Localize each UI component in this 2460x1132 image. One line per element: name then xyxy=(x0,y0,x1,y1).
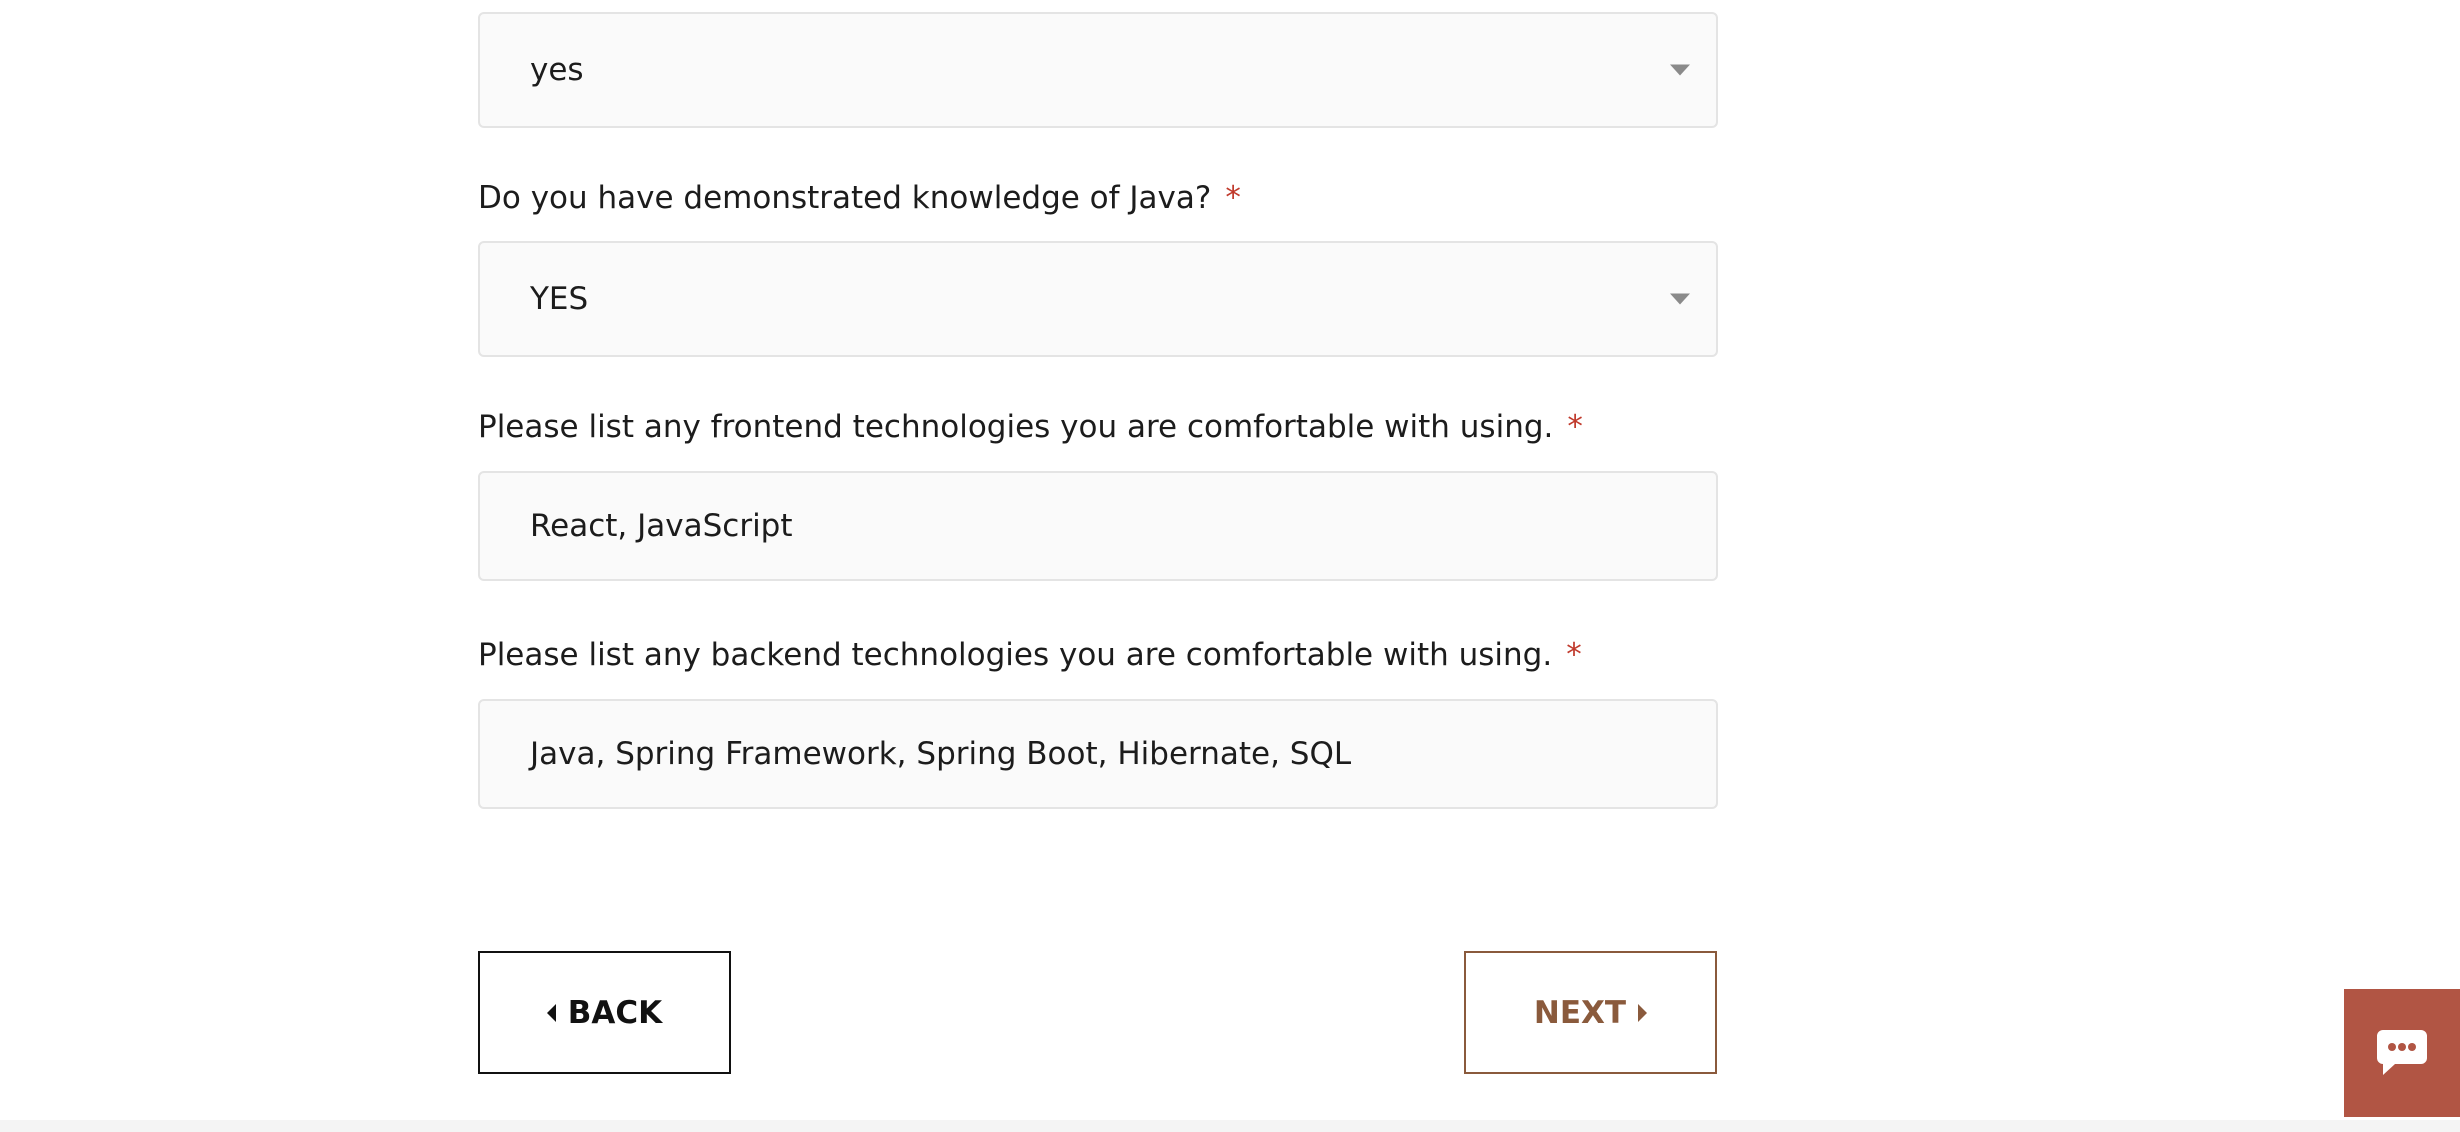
triangle-left-icon xyxy=(546,1003,556,1022)
required-asterisk: * xyxy=(1566,637,1582,673)
previous-question-select[interactable]: yes xyxy=(478,12,1718,128)
chat-bubble-icon xyxy=(2377,1030,2427,1075)
frontend-question-label: Please list any frontend technologies yo… xyxy=(478,409,1583,445)
java-question-label: Do you have demonstrated knowledge of Ja… xyxy=(478,180,1241,216)
backend-question-label: Please list any backend technologies you… xyxy=(478,637,1582,673)
required-asterisk: * xyxy=(1225,180,1241,216)
input-value: Java, Spring Framework, Spring Boot, Hib… xyxy=(530,736,1352,772)
java-question-text: Do you have demonstrated knowledge of Ja… xyxy=(478,180,1212,216)
next-button[interactable]: NEXT xyxy=(1464,951,1717,1074)
frontend-technologies-input[interactable]: React, JavaScript xyxy=(478,471,1718,581)
application-page: yes Do you have demonstrated knowledge o… xyxy=(0,0,2460,1132)
next-button-label: NEXT xyxy=(1533,994,1627,1031)
backend-technologies-input[interactable]: Java, Spring Framework, Spring Boot, Hib… xyxy=(478,699,1718,809)
input-value: React, JavaScript xyxy=(530,508,793,544)
chat-widget-button[interactable] xyxy=(2344,989,2460,1117)
required-asterisk: * xyxy=(1567,409,1583,445)
back-button-label: BACK xyxy=(567,994,663,1031)
select-value: yes xyxy=(530,52,584,88)
triangle-right-icon xyxy=(1638,1003,1648,1022)
frontend-question-text: Please list any frontend technologies yo… xyxy=(478,409,1554,445)
java-knowledge-select[interactable]: YES xyxy=(478,241,1718,357)
chevron-down-icon xyxy=(1670,64,1690,76)
back-button[interactable]: BACK xyxy=(478,951,731,1074)
chevron-down-icon xyxy=(1670,293,1690,305)
page-bottom-edge xyxy=(0,1120,2460,1132)
backend-question-text: Please list any backend technologies you… xyxy=(478,637,1553,673)
select-value: YES xyxy=(530,281,589,317)
